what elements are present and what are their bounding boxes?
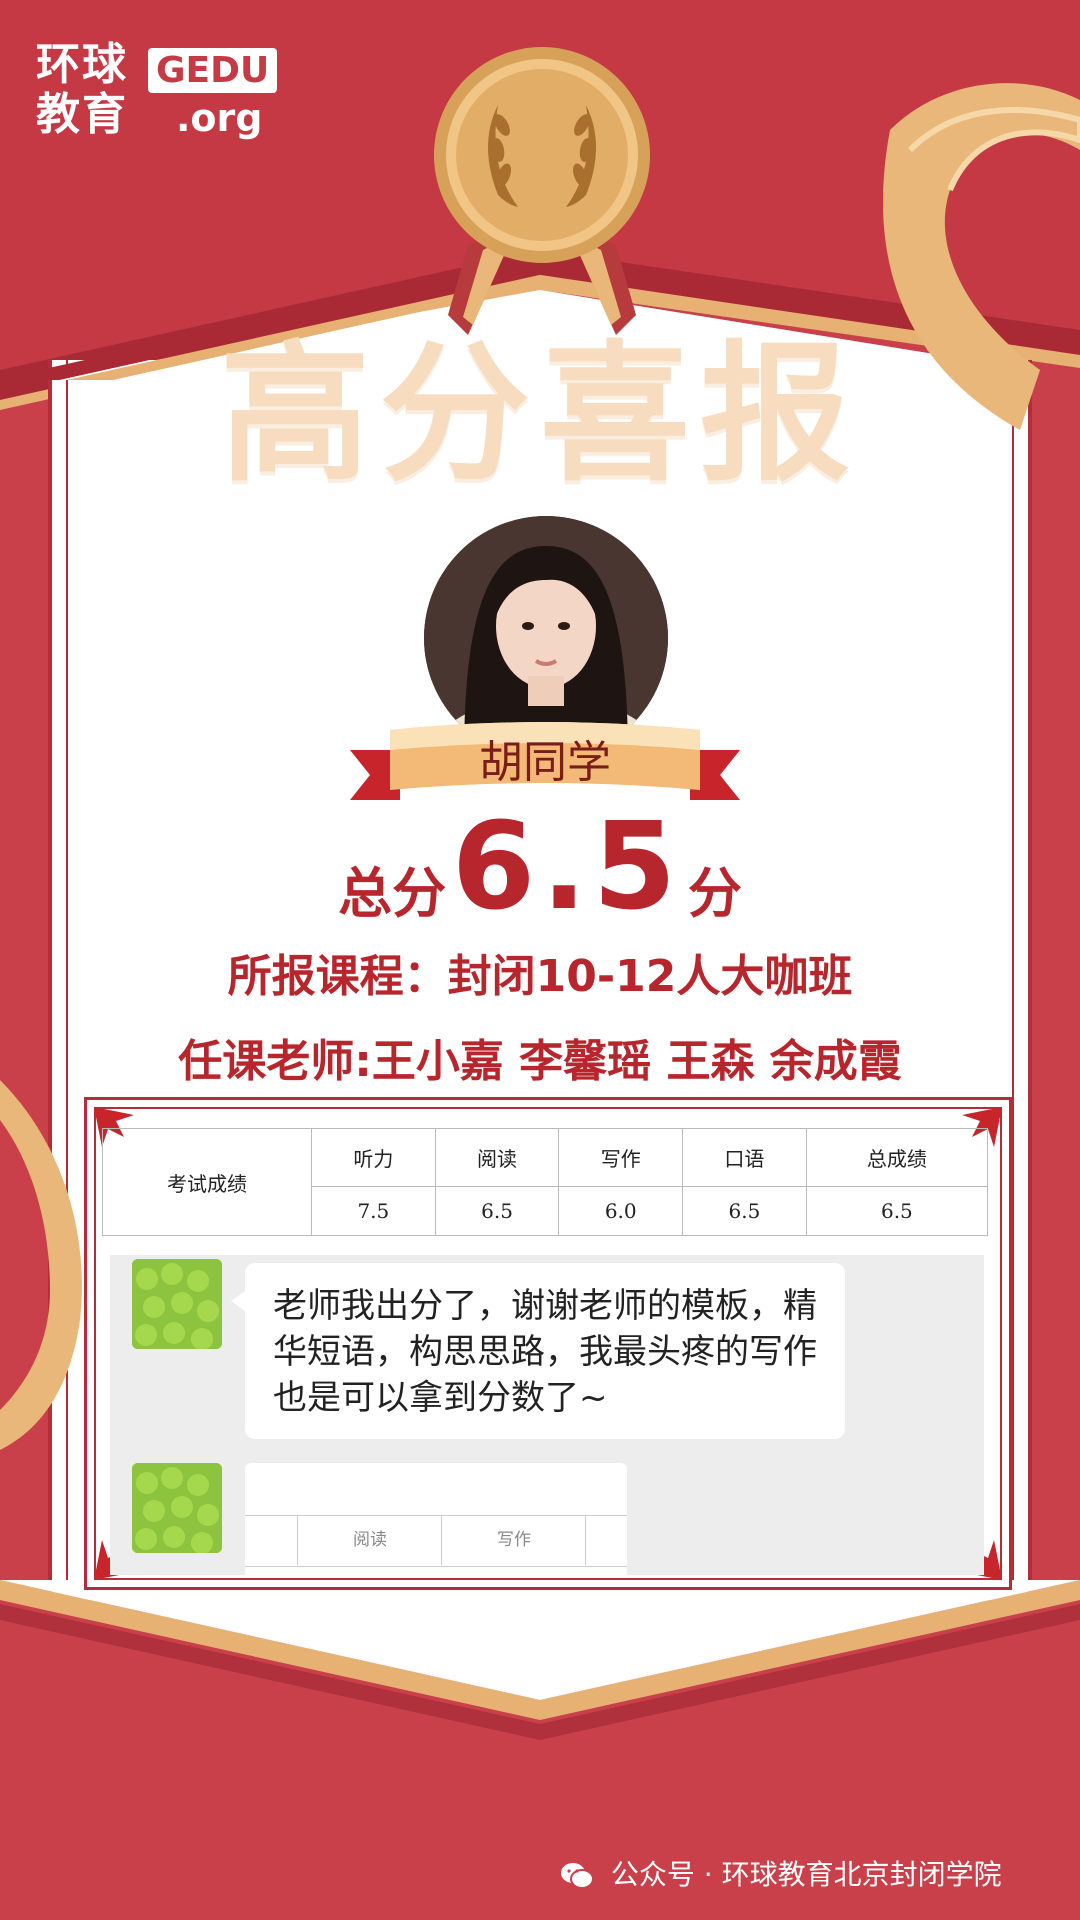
logo-badge: GEDU	[148, 48, 278, 93]
chat-avatar	[132, 1259, 222, 1349]
total-score: 总分 6.5 分	[0, 808, 1080, 928]
gedu-logo: 环球 教育 GEDU .org	[36, 40, 278, 150]
teacher-info: 任课老师:王小嘉 李馨瑶 王森 余成霞	[178, 1036, 902, 1087]
score-value: 6.5	[451, 798, 683, 937]
image-table-cell: 阅读	[297, 1515, 442, 1565]
logo-line2: 教育	[36, 89, 128, 140]
table-row: 考试成绩 听力 阅读 写作 口语 总成绩	[102, 1127, 989, 1236]
headline-title: 高分喜报	[219, 328, 860, 502]
logo-line1: 环球	[36, 39, 128, 90]
table-cell: 7.5	[311, 1186, 436, 1236]
logo-chinese: 环球 教育	[36, 40, 128, 140]
table-cell: 6.0	[558, 1186, 684, 1236]
chat-screenshot: 老师我出分了，谢谢老师的模板，精华短语，构思思路，我最头疼的写作也是可以拿到分数…	[110, 1255, 984, 1575]
image-table-cell	[585, 1515, 627, 1565]
chat-avatar	[132, 1463, 222, 1553]
logo-suffix: .org	[176, 96, 263, 140]
table-header-cell: 总成绩	[805, 1127, 989, 1188]
chat-message-bubble: 老师我出分了，谢谢老师的模板，精华短语，构思思路，我最头疼的写作也是可以拿到分数…	[231, 1263, 845, 1439]
score-prefix: 总分	[338, 862, 447, 925]
wechat-icon	[561, 1863, 594, 1889]
score-suffix: 分	[687, 862, 742, 925]
course-info: 所报课程：封闭10-12人大咖班	[227, 951, 853, 1002]
table-cell: 6.5	[434, 1186, 560, 1236]
footer-account: 公众号 · 环球教育北京封闭学院	[560, 1855, 1060, 1895]
score-table: 考试成绩 听力 阅读 写作 口语 总成绩 7.5 6.5 6.0 6.5 6.5	[102, 1127, 989, 1236]
table-header-cell: 听力	[311, 1127, 436, 1188]
footer-text: 公众号 · 环球教育北京封闭学院	[610, 1858, 1002, 1891]
table-row-label: 考试成绩	[102, 1128, 312, 1236]
table-header-cell: 写作	[558, 1127, 684, 1188]
student-name: 胡同学	[479, 737, 611, 788]
image-table-cell: 写作	[441, 1515, 586, 1565]
table-cell: 6.5	[682, 1186, 807, 1236]
chat-image-message: 阅读 写作	[245, 1463, 627, 1575]
table-cell: 6.5	[805, 1186, 989, 1236]
table-header-cell: 阅读	[434, 1127, 560, 1188]
gold-medal-icon	[434, 47, 650, 335]
table-header-cell: 口语	[682, 1127, 807, 1188]
poster: 环球 教育 GEDU .org 高分喜报 胡同学 总分 6.5 分 所报课程：封…	[0, 0, 1080, 1920]
